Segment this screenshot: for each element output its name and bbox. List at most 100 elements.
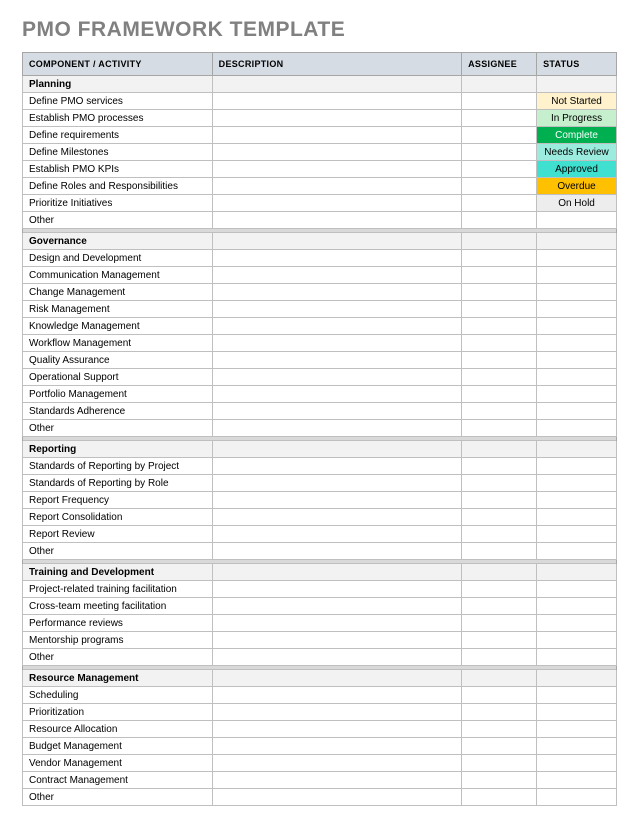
- description-cell[interactable]: [212, 335, 461, 352]
- status-cell[interactable]: [537, 403, 617, 420]
- assignee-cell[interactable]: [462, 386, 537, 403]
- assignee-cell[interactable]: [462, 161, 537, 178]
- activity-cell[interactable]: Operational Support: [23, 369, 213, 386]
- assignee-cell[interactable]: [462, 144, 537, 161]
- status-cell[interactable]: On Hold: [537, 195, 617, 212]
- activity-cell[interactable]: Establish PMO processes: [23, 110, 213, 127]
- activity-cell[interactable]: Report Consolidation: [23, 509, 213, 526]
- description-cell[interactable]: [212, 772, 461, 789]
- description-cell[interactable]: [212, 195, 461, 212]
- assignee-cell[interactable]: [462, 632, 537, 649]
- description-cell[interactable]: [212, 789, 461, 806]
- activity-cell[interactable]: Define requirements: [23, 127, 213, 144]
- description-cell[interactable]: [212, 386, 461, 403]
- status-cell[interactable]: Overdue: [537, 178, 617, 195]
- assignee-cell[interactable]: [462, 93, 537, 110]
- status-cell[interactable]: [537, 509, 617, 526]
- activity-cell[interactable]: Other: [23, 543, 213, 560]
- status-cell[interactable]: [537, 526, 617, 543]
- description-cell[interactable]: [212, 475, 461, 492]
- status-cell[interactable]: [537, 543, 617, 560]
- status-cell[interactable]: Complete: [537, 127, 617, 144]
- activity-cell[interactable]: Knowledge Management: [23, 318, 213, 335]
- description-cell[interactable]: [212, 127, 461, 144]
- status-cell[interactable]: [537, 772, 617, 789]
- activity-cell[interactable]: Project-related training facilitation: [23, 581, 213, 598]
- status-cell[interactable]: In Progress: [537, 110, 617, 127]
- activity-cell[interactable]: Standards of Reporting by Project: [23, 458, 213, 475]
- description-cell[interactable]: [212, 509, 461, 526]
- activity-cell[interactable]: Workflow Management: [23, 335, 213, 352]
- assignee-cell[interactable]: [462, 458, 537, 475]
- description-cell[interactable]: [212, 598, 461, 615]
- assignee-cell[interactable]: [462, 509, 537, 526]
- status-cell[interactable]: [537, 492, 617, 509]
- activity-cell[interactable]: Other: [23, 420, 213, 437]
- activity-cell[interactable]: Define PMO services: [23, 93, 213, 110]
- assignee-cell[interactable]: [462, 352, 537, 369]
- status-cell[interactable]: [537, 475, 617, 492]
- assignee-cell[interactable]: [462, 615, 537, 632]
- description-cell[interactable]: [212, 267, 461, 284]
- description-cell[interactable]: [212, 403, 461, 420]
- description-cell[interactable]: [212, 492, 461, 509]
- status-cell[interactable]: [537, 458, 617, 475]
- activity-cell[interactable]: Report Frequency: [23, 492, 213, 509]
- assignee-cell[interactable]: [462, 212, 537, 229]
- description-cell[interactable]: [212, 526, 461, 543]
- activity-cell[interactable]: Communication Management: [23, 267, 213, 284]
- assignee-cell[interactable]: [462, 369, 537, 386]
- assignee-cell[interactable]: [462, 110, 537, 127]
- status-cell[interactable]: [537, 301, 617, 318]
- activity-cell[interactable]: Change Management: [23, 284, 213, 301]
- status-cell[interactable]: [537, 738, 617, 755]
- description-cell[interactable]: [212, 301, 461, 318]
- activity-cell[interactable]: Contract Management: [23, 772, 213, 789]
- assignee-cell[interactable]: [462, 250, 537, 267]
- assignee-cell[interactable]: [462, 755, 537, 772]
- activity-cell[interactable]: Report Review: [23, 526, 213, 543]
- activity-cell[interactable]: Prioritization: [23, 704, 213, 721]
- status-cell[interactable]: [537, 632, 617, 649]
- assignee-cell[interactable]: [462, 284, 537, 301]
- activity-cell[interactable]: Prioritize Initiatives: [23, 195, 213, 212]
- description-cell[interactable]: [212, 704, 461, 721]
- activity-cell[interactable]: Design and Development: [23, 250, 213, 267]
- description-cell[interactable]: [212, 352, 461, 369]
- status-cell[interactable]: [537, 598, 617, 615]
- assignee-cell[interactable]: [462, 772, 537, 789]
- status-cell[interactable]: [537, 267, 617, 284]
- description-cell[interactable]: [212, 212, 461, 229]
- description-cell[interactable]: [212, 755, 461, 772]
- status-cell[interactable]: [537, 581, 617, 598]
- description-cell[interactable]: [212, 632, 461, 649]
- status-cell[interactable]: [537, 212, 617, 229]
- activity-cell[interactable]: Cross-team meeting facilitation: [23, 598, 213, 615]
- activity-cell[interactable]: Define Milestones: [23, 144, 213, 161]
- status-cell[interactable]: [537, 687, 617, 704]
- activity-cell[interactable]: Mentorship programs: [23, 632, 213, 649]
- status-cell[interactable]: [537, 386, 617, 403]
- assignee-cell[interactable]: [462, 420, 537, 437]
- status-cell[interactable]: [537, 420, 617, 437]
- status-cell[interactable]: [537, 335, 617, 352]
- description-cell[interactable]: [212, 581, 461, 598]
- assignee-cell[interactable]: [462, 687, 537, 704]
- status-cell[interactable]: [537, 250, 617, 267]
- description-cell[interactable]: [212, 721, 461, 738]
- description-cell[interactable]: [212, 369, 461, 386]
- activity-cell[interactable]: Vendor Management: [23, 755, 213, 772]
- description-cell[interactable]: [212, 110, 461, 127]
- activity-cell[interactable]: Other: [23, 789, 213, 806]
- status-cell[interactable]: [537, 789, 617, 806]
- activity-cell[interactable]: Quality Assurance: [23, 352, 213, 369]
- activity-cell[interactable]: Scheduling: [23, 687, 213, 704]
- activity-cell[interactable]: Performance reviews: [23, 615, 213, 632]
- assignee-cell[interactable]: [462, 475, 537, 492]
- description-cell[interactable]: [212, 687, 461, 704]
- assignee-cell[interactable]: [462, 267, 537, 284]
- description-cell[interactable]: [212, 161, 461, 178]
- activity-cell[interactable]: Budget Management: [23, 738, 213, 755]
- assignee-cell[interactable]: [462, 127, 537, 144]
- assignee-cell[interactable]: [462, 543, 537, 560]
